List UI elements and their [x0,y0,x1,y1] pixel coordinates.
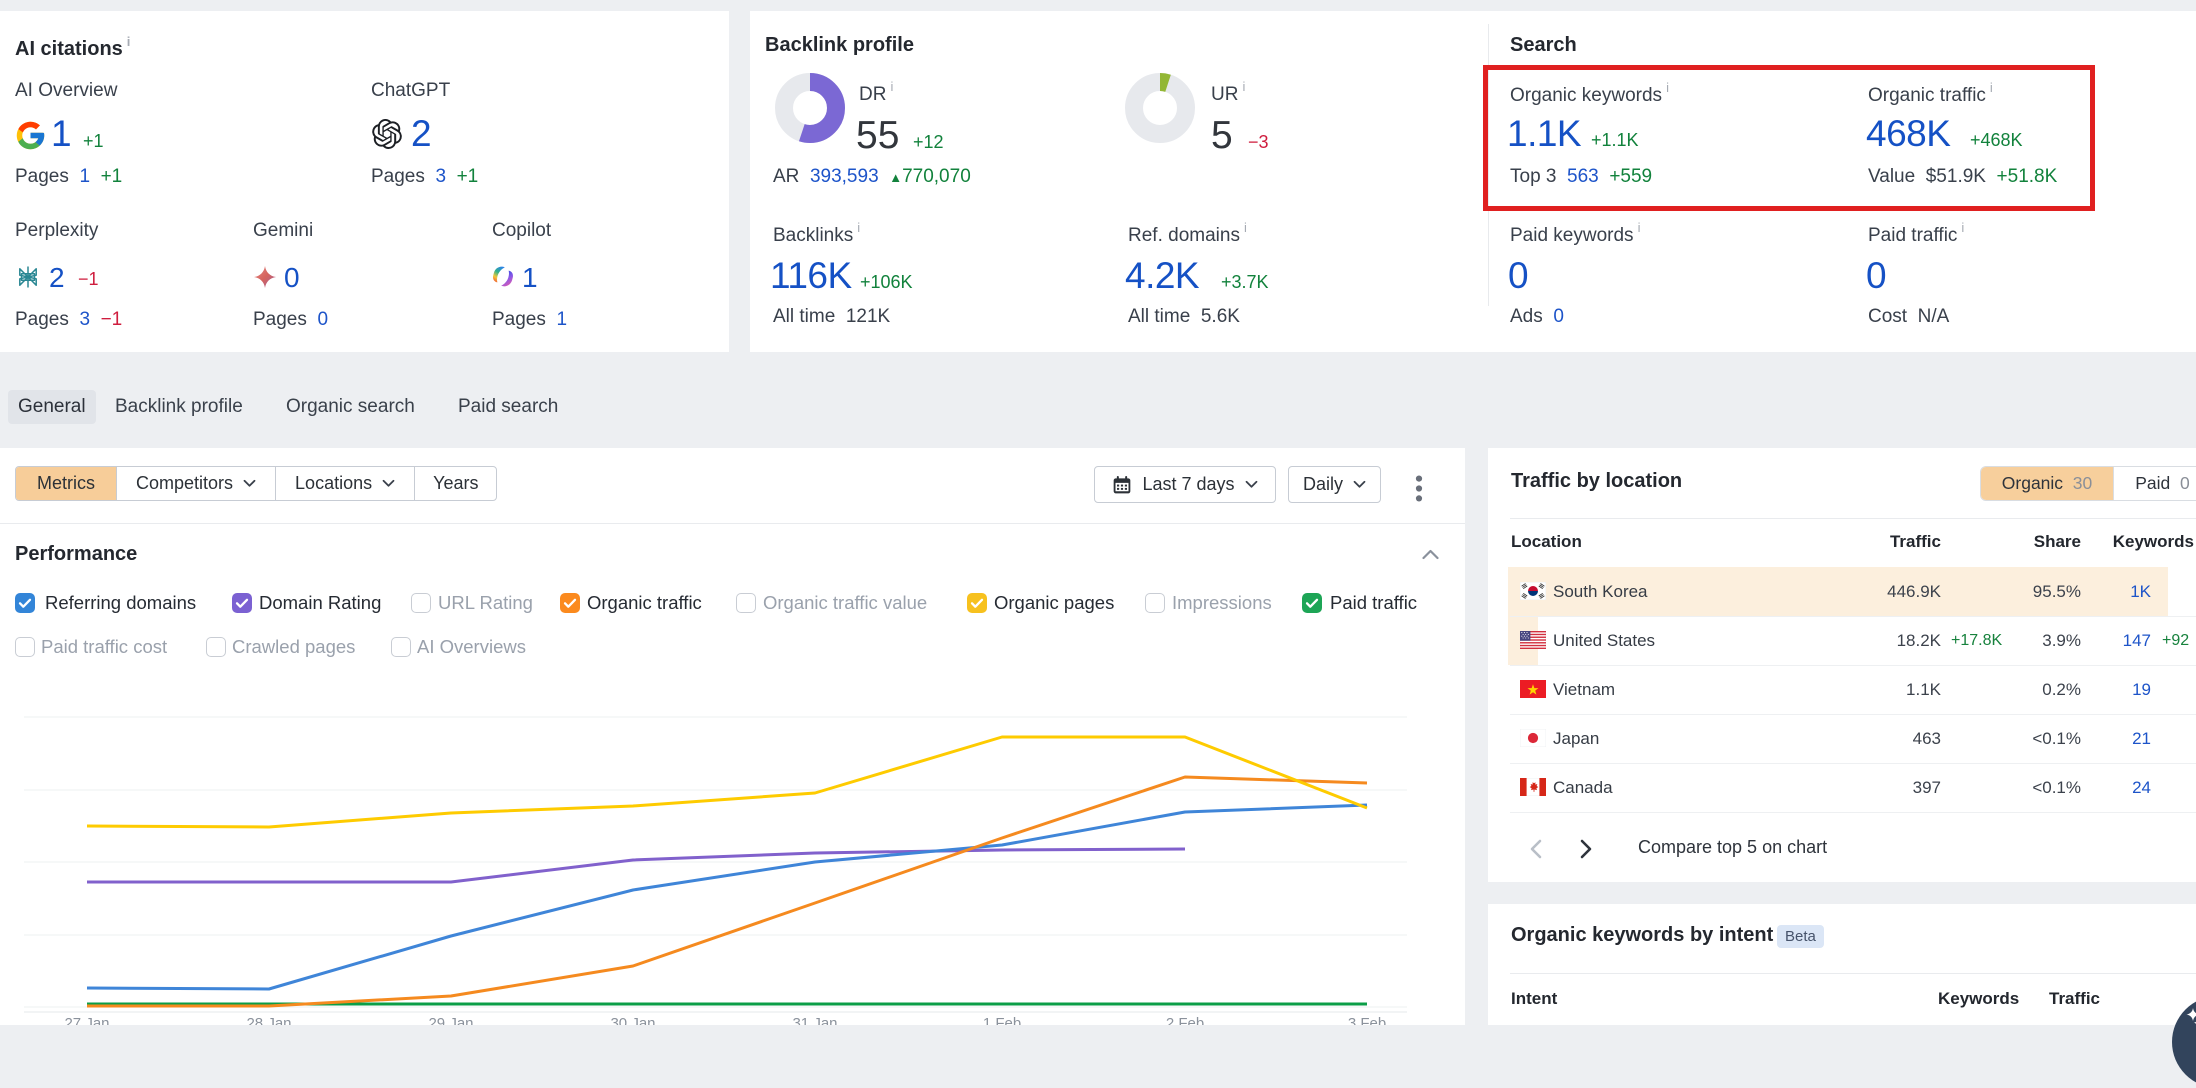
svg-text:1 Feb: 1 Feb [983,1015,1021,1025]
svg-text:31 Jan: 31 Jan [792,1015,837,1025]
svg-text:3 Feb: 3 Feb [1348,1015,1386,1025]
svg-text:27 Jan: 27 Jan [64,1015,109,1025]
svg-text:28 Jan: 28 Jan [246,1015,291,1025]
svg-text:2 Feb: 2 Feb [1166,1015,1204,1025]
svg-text:30 Jan: 30 Jan [610,1015,655,1025]
svg-text:29 Jan: 29 Jan [428,1015,473,1025]
